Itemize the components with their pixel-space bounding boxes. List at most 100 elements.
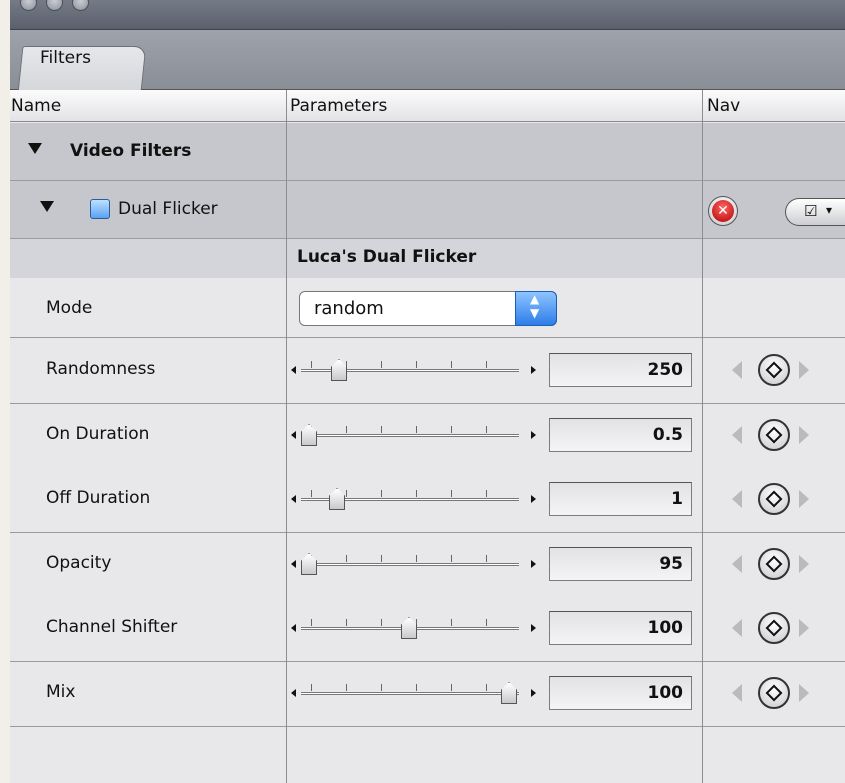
enable-filter-checkbox[interactable]: [90, 199, 110, 219]
disclosure-triangle-icon[interactable]: [40, 201, 54, 212]
slider-decrement-icon[interactable]: [291, 689, 296, 697]
slider-thumb[interactable]: [329, 488, 345, 510]
filter-menu-button[interactable]: ☑ ▾: [785, 198, 845, 226]
video-filters-label: Video Filters: [70, 141, 192, 161]
column-header: Name Parameters Nav: [10, 90, 845, 122]
previous-keyframe-icon[interactable]: [732, 555, 742, 573]
slider-track[interactable]: [301, 692, 519, 695]
minimize-window-icon[interactable]: [46, 0, 63, 11]
previous-keyframe-icon[interactable]: [732, 684, 742, 702]
remove-filter-button[interactable]: ✕: [708, 196, 738, 226]
keyframe-button[interactable]: [758, 354, 790, 386]
slider-track[interactable]: [301, 563, 519, 566]
close-icon: ✕: [712, 200, 734, 222]
chevron-down-icon: ▾: [826, 203, 833, 217]
slider-decrement-icon[interactable]: [291, 560, 296, 568]
previous-keyframe-icon[interactable]: [732, 361, 742, 379]
parameter-value-field[interactable]: 1: [549, 482, 692, 516]
parameter-slider[interactable]: [291, 418, 541, 452]
parameter-value-field[interactable]: 100: [549, 611, 692, 645]
keyframe-button[interactable]: [758, 612, 790, 644]
slider-increment-icon[interactable]: [531, 560, 536, 568]
slider-tick: [451, 555, 452, 562]
slider-tick: [486, 426, 487, 433]
keyframe-button[interactable]: [758, 419, 790, 451]
close-window-icon[interactable]: [20, 0, 37, 11]
slider-thumb[interactable]: [501, 682, 517, 704]
parameter-value-field[interactable]: 95: [549, 547, 692, 581]
slider-tick: [451, 490, 452, 497]
keyframe-icon: [765, 361, 783, 379]
column-divider: [286, 90, 287, 783]
slider-tick: [346, 684, 347, 691]
slider-tick: [311, 490, 312, 497]
slider-tick: [381, 619, 382, 626]
slider-increment-icon[interactable]: [531, 431, 536, 439]
parameter-slider[interactable]: [291, 547, 541, 581]
slider-decrement-icon[interactable]: [291, 624, 296, 632]
next-keyframe-icon[interactable]: [799, 684, 809, 702]
keyframe-button[interactable]: [758, 483, 790, 515]
slider-increment-icon[interactable]: [531, 689, 536, 697]
slider-tick: [451, 426, 452, 433]
slider-tick: [451, 619, 452, 626]
slider-track[interactable]: [301, 434, 519, 437]
mode-select[interactable]: random ▲ ▼: [299, 291, 557, 326]
slider-tick: [346, 490, 347, 497]
parameter-value-field[interactable]: 250: [549, 353, 692, 387]
keyframe-icon: [765, 619, 783, 637]
previous-keyframe-icon[interactable]: [732, 619, 742, 637]
mode-select-value: random: [314, 298, 384, 319]
tab-filters-label: Filters: [40, 48, 91, 68]
slider-tick: [486, 684, 487, 691]
parameter-value-field[interactable]: 0.5: [549, 418, 692, 452]
column-divider: [702, 90, 703, 783]
stepper-arrows-icon: ▲ ▼: [515, 291, 557, 326]
slider-thumb[interactable]: [301, 424, 317, 446]
slider-tick: [486, 555, 487, 562]
column-parameters[interactable]: Parameters: [290, 96, 387, 116]
tab-bar: [10, 30, 845, 92]
parameter-slider[interactable]: [291, 353, 541, 387]
disclosure-triangle-icon[interactable]: [28, 143, 42, 154]
parameter-value-field[interactable]: 100: [549, 676, 692, 710]
next-keyframe-icon[interactable]: [799, 490, 809, 508]
parameter-row: Randomness 250: [10, 339, 845, 404]
slider-thumb[interactable]: [331, 359, 347, 381]
slider-decrement-icon[interactable]: [291, 366, 296, 374]
slider-tick: [346, 555, 347, 562]
title-bar: [10, 0, 845, 30]
slider-tick: [381, 555, 382, 562]
keyframe-button[interactable]: [758, 677, 790, 709]
parameter-row: Channel Shifter 100: [10, 597, 845, 662]
slider-thumb[interactable]: [301, 553, 317, 575]
dual-flicker-row: Dual Flicker ✕ ☑ ▾: [10, 181, 845, 239]
zoom-window-icon[interactable]: [72, 0, 89, 11]
next-keyframe-icon[interactable]: [799, 555, 809, 573]
slider-tick: [416, 361, 417, 368]
slider-tick: [311, 619, 312, 626]
parameter-row: Off Duration 1: [10, 468, 845, 533]
parameter-slider[interactable]: [291, 676, 541, 710]
next-keyframe-icon[interactable]: [799, 619, 809, 637]
keyframe-icon: [765, 426, 783, 444]
parameter-slider[interactable]: [291, 611, 541, 645]
slider-increment-icon[interactable]: [531, 366, 536, 374]
column-name[interactable]: Name: [11, 96, 61, 116]
previous-keyframe-icon[interactable]: [732, 426, 742, 444]
column-nav[interactable]: Nav: [707, 96, 740, 116]
next-keyframe-icon[interactable]: [799, 361, 809, 379]
slider-decrement-icon[interactable]: [291, 431, 296, 439]
slider-decrement-icon[interactable]: [291, 495, 296, 503]
parameter-slider[interactable]: [291, 482, 541, 516]
parameter-row: Opacity 95: [10, 533, 845, 598]
slider-increment-icon[interactable]: [531, 495, 536, 503]
slider-thumb[interactable]: [401, 617, 417, 639]
next-keyframe-icon[interactable]: [799, 426, 809, 444]
previous-keyframe-icon[interactable]: [732, 490, 742, 508]
slider-tick: [311, 361, 312, 368]
keyframe-button[interactable]: [758, 548, 790, 580]
slider-tick: [416, 555, 417, 562]
slider-increment-icon[interactable]: [531, 624, 536, 632]
parameter-row: On Duration 0.5: [10, 404, 845, 469]
